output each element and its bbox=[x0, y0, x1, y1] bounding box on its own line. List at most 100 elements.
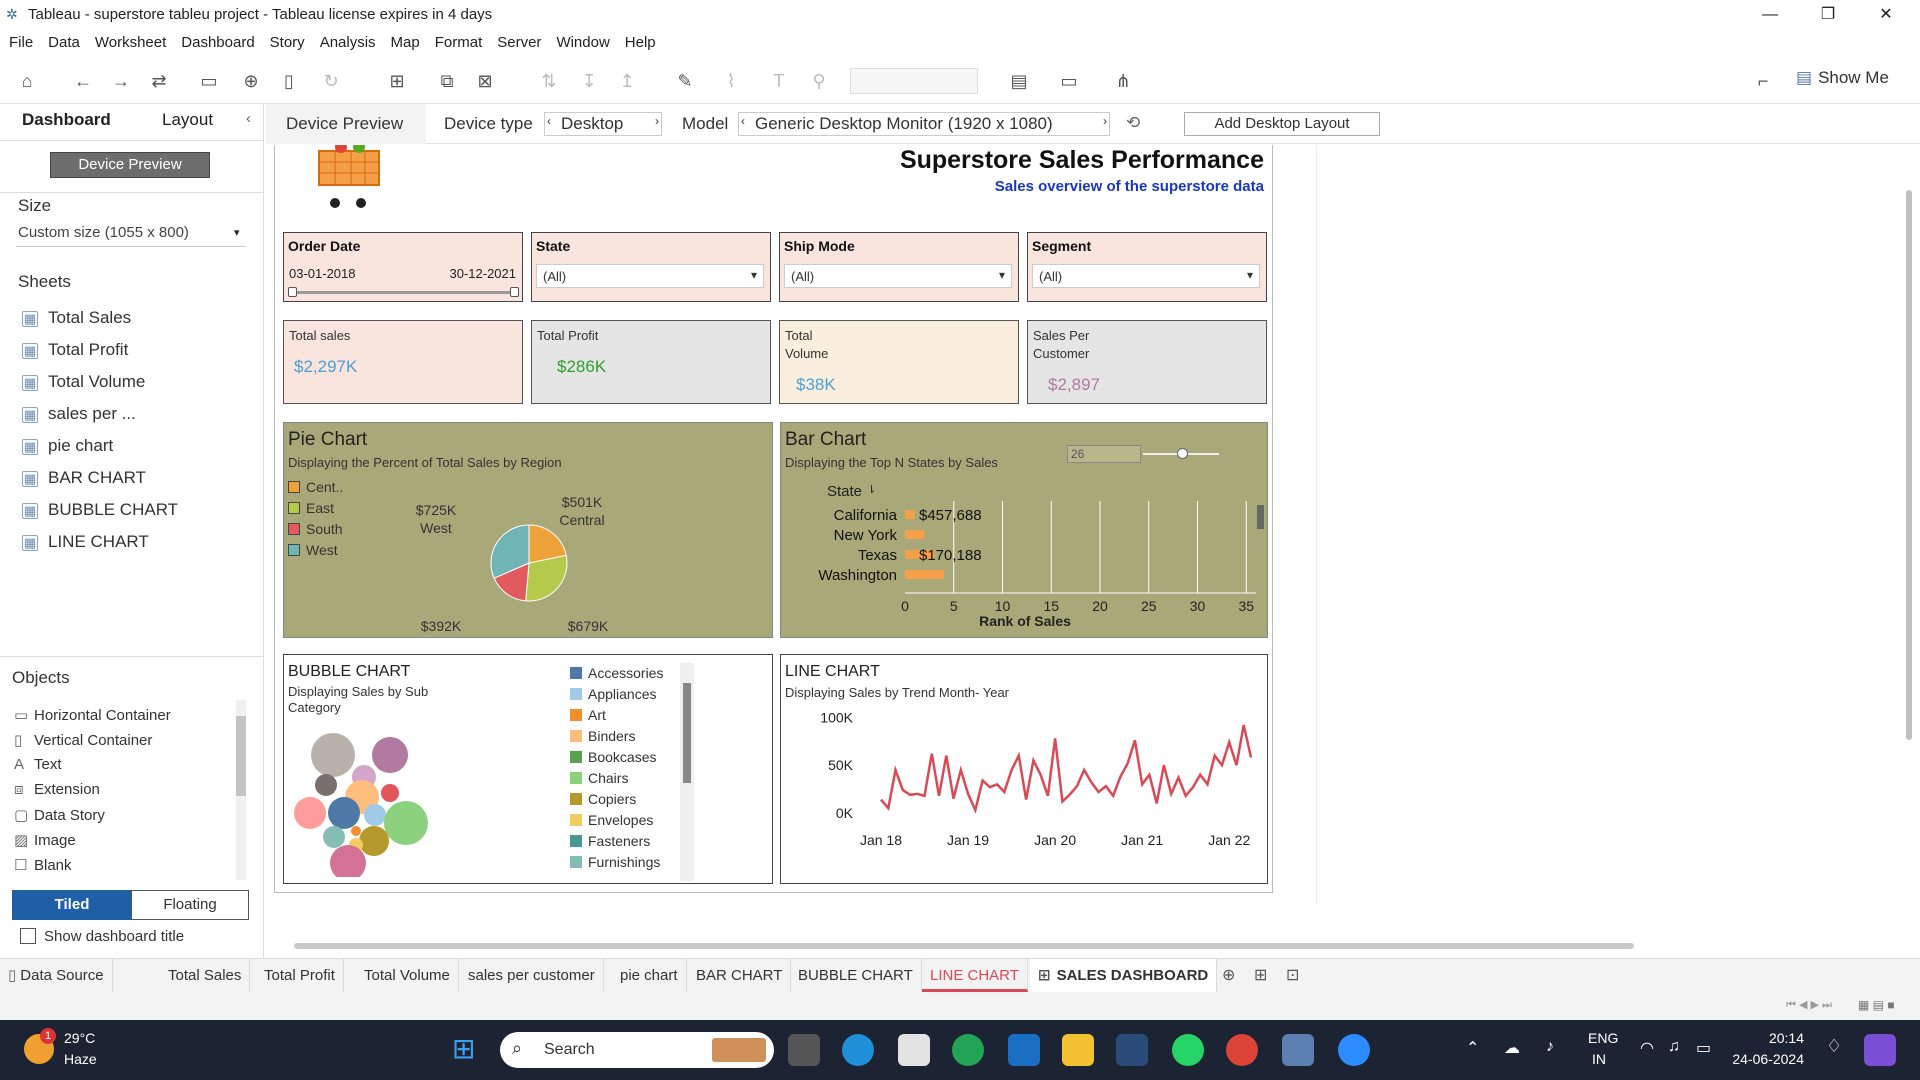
notification-bell-icon[interactable]: ♢ bbox=[1826, 1036, 1842, 1057]
menu-server[interactable]: Server bbox=[497, 34, 541, 51]
bubble-legend-item[interactable]: Art bbox=[570, 707, 606, 723]
bubble[interactable] bbox=[328, 797, 360, 829]
sheet-tab[interactable]: ▯ Data Source bbox=[0, 959, 113, 992]
floating-button[interactable]: Floating bbox=[131, 890, 249, 920]
app-icon[interactable] bbox=[952, 1034, 984, 1066]
horizontal-scrollbar[interactable] bbox=[294, 943, 1634, 949]
collapse-icon[interactable]: ‹ bbox=[246, 110, 251, 127]
arrow-left-icon[interactable]: ‹ bbox=[741, 114, 745, 128]
highlight-icon[interactable]: ✎ bbox=[672, 68, 698, 94]
chrome-icon[interactable] bbox=[1226, 1034, 1258, 1066]
bubble-legend-item[interactable]: Appliances bbox=[570, 686, 657, 702]
show-me-button[interactable]: ▤ Show Me bbox=[1796, 68, 1889, 88]
size-select[interactable]: Custom size (1055 x 800) bbox=[18, 224, 189, 241]
date-slider-track[interactable] bbox=[292, 291, 514, 294]
cloud-icon[interactable]: ☁ bbox=[1504, 1038, 1520, 1058]
tableau-icon[interactable] bbox=[1282, 1034, 1314, 1066]
bubble-legend-item[interactable]: Fasteners bbox=[570, 833, 650, 849]
scrollbar-thumb[interactable] bbox=[236, 716, 246, 796]
bubble[interactable] bbox=[315, 774, 337, 796]
new-story-icon[interactable]: ⊡ bbox=[1286, 965, 1299, 985]
object-blank[interactable]: ☐ Blank bbox=[14, 856, 72, 874]
pie-slice[interactable] bbox=[525, 554, 568, 602]
bubble[interactable] bbox=[294, 797, 326, 829]
ship-mode-dropdown[interactable]: (All) bbox=[784, 264, 1012, 288]
language-code[interactable]: ENG bbox=[1588, 1030, 1618, 1046]
minimize-icon[interactable]: — bbox=[1747, 2, 1793, 28]
redo-icon[interactable]: → bbox=[108, 68, 134, 94]
state-label[interactable]: Texas bbox=[858, 547, 897, 564]
bubble[interactable] bbox=[323, 826, 345, 848]
pause-updates-icon[interactable]: ▯ bbox=[276, 68, 302, 94]
menu-worksheet[interactable]: Worksheet bbox=[95, 34, 166, 51]
menu-story[interactable]: Story bbox=[270, 34, 305, 51]
menu-window[interactable]: Window bbox=[556, 34, 609, 51]
sheet-item[interactable]: ▦ sales per ... bbox=[22, 404, 136, 424]
object-data-story[interactable]: ▢ Data Story bbox=[14, 806, 105, 824]
pin-icon[interactable]: ⚲ bbox=[806, 68, 832, 94]
copilot-icon[interactable] bbox=[1864, 1034, 1896, 1066]
show-title-checkbox[interactable] bbox=[20, 928, 36, 944]
bubble[interactable] bbox=[359, 826, 389, 856]
bar[interactable] bbox=[905, 510, 915, 519]
chevron-up-icon[interactable]: ⌃ bbox=[1466, 1038, 1479, 1058]
file-explorer-icon[interactable] bbox=[1062, 1034, 1094, 1066]
object-image[interactable]: ▨ Image bbox=[14, 831, 76, 849]
grid-view-icon[interactable]: ▦ ▤ ■ bbox=[1858, 998, 1895, 1012]
app-icon[interactable] bbox=[1116, 1034, 1148, 1066]
home-icon[interactable]: ⌂ bbox=[14, 68, 40, 94]
bubble[interactable] bbox=[364, 804, 386, 826]
outlook-icon[interactable] bbox=[1008, 1034, 1040, 1066]
object-extension[interactable]: ⧈ Extension bbox=[14, 781, 100, 798]
sheet-item[interactable]: ▦ Total Profit bbox=[22, 340, 128, 360]
presentation-icon[interactable]: ▭ bbox=[1056, 68, 1082, 94]
sheet-item[interactable]: ▦ BUBBLE CHART bbox=[22, 500, 178, 520]
vertical-scrollbar[interactable] bbox=[1906, 190, 1912, 740]
sheet-item[interactable]: ▦ Total Volume bbox=[22, 372, 145, 392]
bubble[interactable] bbox=[381, 784, 399, 802]
state-label[interactable]: New York bbox=[834, 527, 898, 544]
bar[interactable] bbox=[905, 570, 944, 579]
arrow-left-icon[interactable]: ‹ bbox=[547, 114, 551, 128]
date-start[interactable]: 03-01-2018 bbox=[289, 266, 356, 281]
undo-icon[interactable]: ← bbox=[70, 68, 96, 94]
sheet-item[interactable]: ▦ LINE CHART bbox=[22, 532, 149, 552]
menu-analysis[interactable]: Analysis bbox=[320, 34, 376, 51]
tab-dashboard[interactable]: Dashboard bbox=[22, 110, 111, 130]
slider-handle-right[interactable] bbox=[510, 287, 519, 297]
bubble-legend-item[interactable]: Bookcases bbox=[570, 749, 656, 765]
add-desktop-layout-button[interactable]: Add Desktop Layout bbox=[1184, 112, 1380, 136]
state-label[interactable]: Washington bbox=[818, 567, 897, 584]
line-chart[interactable]: 100K 50K 0K Jan 18 Jan 19 Jan 20 Jan 21 Jan 22 bbox=[781, 655, 1269, 885]
bubble[interactable] bbox=[351, 826, 361, 836]
bubble-chart[interactable] bbox=[284, 727, 434, 877]
show-cards-icon[interactable]: ▤ bbox=[1006, 68, 1032, 94]
share-icon[interactable]: ⋔ bbox=[1110, 68, 1136, 94]
clock-date[interactable]: 24-06-2024 bbox=[1724, 1051, 1804, 1067]
object-text[interactable]: A Text bbox=[14, 756, 62, 773]
bubble[interactable] bbox=[311, 733, 355, 777]
date-end[interactable]: 30-12-2021 bbox=[450, 266, 517, 281]
menu-map[interactable]: Map bbox=[391, 34, 420, 51]
duplicate-icon[interactable]: ⧉ bbox=[434, 68, 460, 94]
sheet-tab[interactable]: Total Profit bbox=[256, 959, 344, 992]
menu-dashboard[interactable]: Dashboard bbox=[181, 34, 254, 51]
labels-icon[interactable]: T bbox=[766, 68, 792, 94]
rotate-icon[interactable]: ⟲ bbox=[1126, 113, 1140, 133]
chevron-down-icon[interactable]: ▾ bbox=[234, 226, 240, 239]
language-region[interactable]: IN bbox=[1592, 1051, 1606, 1067]
sales-line[interactable] bbox=[880, 724, 1253, 814]
bubble-legend-item[interactable]: Furnishings bbox=[570, 854, 660, 870]
menu-file[interactable]: File bbox=[9, 34, 33, 51]
bar-chart[interactable]: 0 5 10 15 20 25 30 35 California New York Texas Was… bbox=[781, 423, 1269, 639]
sheet-tab[interactable]: pie chart bbox=[612, 959, 687, 992]
clear-icon[interactable]: ⊠ bbox=[472, 68, 498, 94]
sheet-tab[interactable]: Total Sales bbox=[160, 959, 251, 992]
battery-icon[interactable]: ▭ bbox=[1696, 1038, 1711, 1058]
sheet-item[interactable]: ▦ BAR CHART bbox=[22, 468, 146, 488]
bubble[interactable] bbox=[384, 801, 428, 845]
edge-icon[interactable] bbox=[842, 1034, 874, 1066]
replay-icon[interactable]: ⇄ bbox=[146, 68, 172, 94]
new-dashboard-icon[interactable]: ⊞ bbox=[1254, 965, 1267, 985]
sheet-tab[interactable]: LINE CHART bbox=[922, 959, 1028, 992]
